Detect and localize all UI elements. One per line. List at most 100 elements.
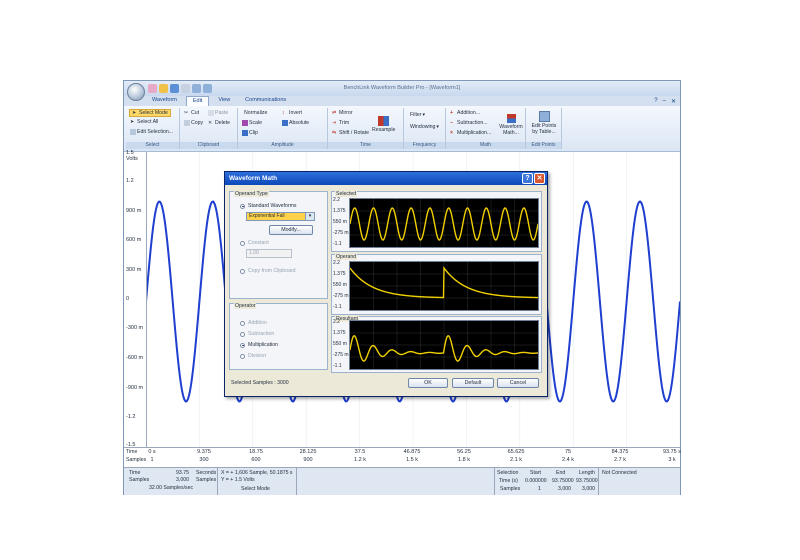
- waveform-math-icon: [506, 114, 516, 123]
- selection-samples-start: 1: [538, 486, 541, 492]
- default-button[interactable]: Default: [452, 378, 494, 388]
- windowing-button[interactable]: Windowing ▾: [410, 124, 442, 130]
- scale-icon: [242, 120, 248, 126]
- invert-icon: ↕: [282, 110, 285, 116]
- constant-radio[interactable]: Constant: [240, 240, 269, 246]
- absolute-button[interactable]: Absolute: [282, 120, 309, 126]
- waveform-math-label: Waveform Math...: [499, 124, 523, 136]
- filter-button[interactable]: Filter ▾: [410, 112, 429, 118]
- tab-view[interactable]: View: [212, 96, 236, 106]
- multiplication-label: Multiplication...: [457, 130, 492, 136]
- shift-rotate-button[interactable]: ⇆ Shift / Rotate: [332, 130, 369, 136]
- multiplication-button[interactable]: × Multiplication...: [450, 130, 491, 136]
- selected-samples-text: Selected Samples : 3000: [231, 380, 289, 386]
- y-axis: [124, 152, 147, 457]
- scissors-icon: ✂: [184, 110, 189, 116]
- cut-button[interactable]: ✂ Cut: [184, 110, 199, 116]
- editpoints-group-label: Edit Points: [526, 142, 561, 149]
- select-mode-button[interactable]: ➤ Select Mode: [129, 109, 171, 117]
- scale-button[interactable]: Scale: [242, 120, 262, 126]
- table-icon: [538, 111, 550, 122]
- normalize-button[interactable]: Normalize: [244, 110, 267, 116]
- frequency-group-label: Frequency: [404, 142, 445, 149]
- x-time-tick-label: 84.375: [611, 449, 629, 455]
- ok-button[interactable]: OK: [408, 378, 448, 388]
- title-bar: BenchLink Waveform Builder Pro - [Wavefo…: [124, 81, 680, 101]
- trim-button[interactable]: ⇥ Trim: [332, 120, 349, 126]
- y-tick-label: 0: [126, 296, 130, 302]
- mirror-button[interactable]: ⇄ Mirror: [332, 110, 353, 116]
- x-time-tick-label: 93.75 s: [662, 449, 682, 455]
- addition-label: Addition: [248, 320, 267, 326]
- windowing-label: Windowing: [410, 124, 436, 130]
- operand-waveform-preview: [349, 261, 539, 311]
- select-all-button[interactable]: ➤ Select All: [130, 119, 158, 125]
- waveform-math-button[interactable]: Waveform Math...: [498, 114, 524, 136]
- edit-points-label: Edit Points by Table...: [531, 123, 557, 135]
- clip-button[interactable]: Clip: [242, 130, 258, 136]
- ribbon-group-select: ➤ Select Mode ➤ Select All Edit Selection.…: [126, 108, 180, 149]
- delete-button[interactable]: ✕ Delete: [208, 120, 230, 126]
- minimize-icon[interactable]: –: [663, 98, 666, 105]
- selection-col-length: Length: [579, 470, 595, 476]
- constant-input[interactable]: 1.00: [246, 249, 292, 258]
- amplitude-group-label: Amplitude: [238, 142, 327, 149]
- mini-tick-label: -1.1: [333, 304, 342, 310]
- multiplication-radio[interactable]: Multiplication: [240, 342, 278, 348]
- status-divider: [494, 468, 495, 495]
- copy-button[interactable]: Copy: [184, 120, 203, 126]
- trim-icon: ⇥: [332, 120, 337, 126]
- resultant-waveform-trace: [349, 321, 539, 369]
- mini-tick-label: 2.2: [333, 197, 340, 203]
- selected-waveform-preview: [349, 198, 539, 248]
- ribbon-group-editpoints: Edit Points by Table... Edit Points: [526, 108, 562, 149]
- close-icon[interactable]: ✕: [671, 98, 676, 105]
- tab-waveform[interactable]: Waveform: [146, 96, 183, 106]
- normalize-label: Normalize: [244, 110, 268, 116]
- y-tick-label: 300 m: [126, 267, 142, 273]
- tab-communications[interactable]: Communications: [239, 96, 292, 106]
- division-label: Division: [248, 353, 267, 359]
- x-time-tick-label: 0 s: [148, 449, 156, 455]
- x-time-tick-label: 37.5: [354, 449, 366, 455]
- cancel-button[interactable]: Cancel: [497, 378, 539, 388]
- selection-samples-label: Samples: [500, 486, 521, 492]
- help-area: ? – ✕: [654, 98, 676, 105]
- addition-label: Addition...: [457, 110, 481, 116]
- addition-button[interactable]: + Addition...: [450, 110, 480, 116]
- copy-from-clipboard-radio[interactable]: Copy from Clipboard: [240, 268, 296, 274]
- status-bar: Time 93.75 Seconds Samples 3,000 Samples…: [124, 467, 680, 495]
- resample-label: Resample: [372, 127, 396, 133]
- delete-icon: ✕: [208, 120, 213, 126]
- edit-selection-label: Edit Selection...: [137, 129, 174, 135]
- mini-tick-label: -1.1: [333, 241, 342, 247]
- time-group-label: Time: [328, 142, 403, 149]
- standard-waveforms-radio[interactable]: Standard Waveforms: [240, 203, 297, 209]
- division-radio[interactable]: Division: [240, 353, 266, 359]
- help-icon[interactable]: ?: [654, 98, 657, 105]
- operator-label: Operator: [234, 303, 257, 309]
- selection-time-length: 93.75000: [576, 478, 598, 484]
- ribbon: ➤ Select Mode ➤ Select All Edit Selection.…: [124, 106, 680, 152]
- paste-icon: [208, 110, 214, 116]
- tab-edit[interactable]: Edit: [185, 96, 210, 106]
- close-icon[interactable]: ✕: [534, 173, 545, 184]
- resample-button[interactable]: Resample: [372, 116, 395, 133]
- x-sample-tick-label: 1.8 k: [458, 457, 470, 463]
- subtraction-button[interactable]: − Subtraction...: [450, 120, 488, 126]
- paste-button[interactable]: Paste: [208, 110, 228, 116]
- status-time-value: 93.75: [176, 470, 189, 476]
- edit-points-table-button[interactable]: Edit Points by Table...: [529, 111, 559, 135]
- invert-button[interactable]: ↕ Invert: [282, 110, 302, 116]
- help-icon[interactable]: ?: [522, 173, 533, 184]
- radio-dot: [240, 320, 245, 326]
- status-time-label: Time: [129, 470, 141, 476]
- modify-button[interactable]: Modify...: [269, 225, 313, 235]
- edit-selection-button[interactable]: Edit Selection...: [130, 129, 173, 135]
- operand-waveform-select[interactable]: Exponential Fall ▾: [246, 212, 315, 221]
- radio-dot: [240, 331, 245, 337]
- status-time-unit: Seconds: [196, 470, 217, 476]
- addition-radio[interactable]: Addition: [240, 320, 267, 326]
- subtraction-radio[interactable]: Subtraction: [240, 331, 274, 337]
- status-mode: Select Mode: [241, 486, 270, 492]
